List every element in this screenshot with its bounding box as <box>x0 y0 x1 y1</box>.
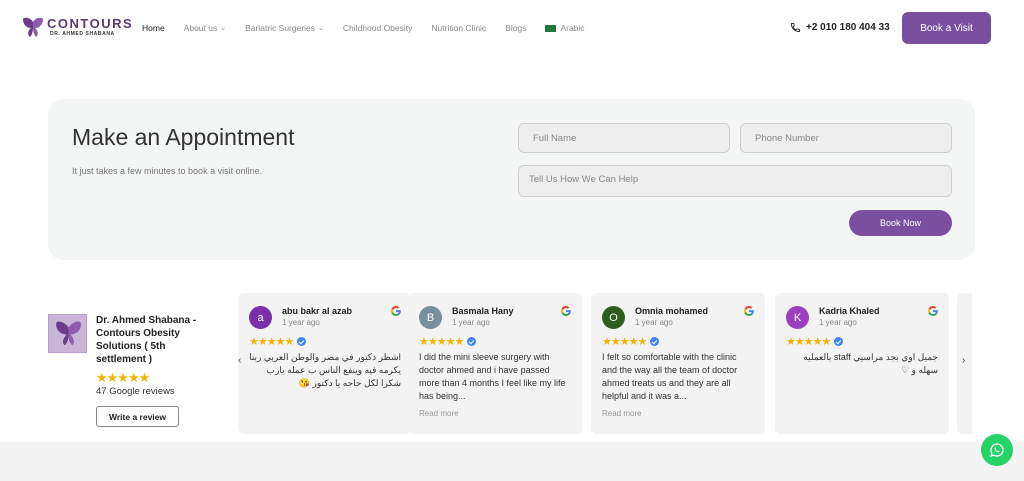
google-icon <box>928 306 938 316</box>
google-icon <box>391 306 401 316</box>
phone-link[interactable]: +2 010 180 404 33 <box>790 22 890 33</box>
reviewer-name: abu bakr al azab <box>282 306 353 316</box>
chevron-down-icon: ⌄ <box>318 25 324 32</box>
appointment-title: Make an Appointment <box>72 124 295 150</box>
rating-stars: ★★★★★ <box>96 370 150 385</box>
logo[interactable]: CONTOURS DR. AHMED SHABANA <box>22 16 133 38</box>
reviewer-name: Basmala Hany <box>452 306 514 316</box>
phone-icon <box>790 22 801 33</box>
avatar: a <box>249 306 272 329</box>
review-time: 1 year ago <box>819 318 857 327</box>
book-a-visit-button[interactable]: Book a Visit <box>902 12 991 44</box>
appointment-section: Make an Appointment It just takes a few … <box>48 99 975 260</box>
review-text: جميل اوي بجد مراسيي staff بالعمليه سهله … <box>803 352 938 375</box>
verified-badge-icon <box>467 337 477 346</box>
appointment-subtitle: It just takes a few minutes to book a vi… <box>72 166 263 176</box>
butterfly-logo-icon <box>56 321 81 346</box>
nav-item-nutrition-clinic[interactable]: Nutrition Clinic <box>431 23 486 33</box>
review-text: I did the mini sleeve surgery with docto… <box>419 352 566 401</box>
write-review-button[interactable]: Write a review <box>96 406 179 427</box>
review-stars: ★★★★★ <box>419 336 464 348</box>
footer-strip <box>0 442 1024 481</box>
google-icon <box>561 306 571 316</box>
help-message-textarea[interactable] <box>518 165 952 197</box>
logo-subtitle: DR. AHMED SHABANA <box>50 31 115 37</box>
carousel-prev-arrow-icon[interactable]: ‹ <box>238 355 241 366</box>
phone-number: +2 010 180 404 33 <box>806 22 890 33</box>
review-stars: ★★★★★ <box>786 336 831 348</box>
reviewer-name: Kadria Khaled <box>819 306 880 316</box>
review-time: 1 year ago <box>452 318 490 327</box>
review-text: اشطر دكتور في مصر والوطن العربي ربنا يكر… <box>249 352 401 388</box>
top-navbar: CONTOURS DR. AHMED SHABANA Home About us… <box>0 0 1024 56</box>
butterfly-logo-icon <box>23 17 43 37</box>
reviewer-name: Omnia mohamed <box>635 306 709 316</box>
review-card[interactable]: K Kadria Khaled 1 year ago ★★★★★ جميل او… <box>775 293 949 434</box>
avatar: B <box>419 306 442 329</box>
avatar: O <box>602 306 625 329</box>
nav-item-childhood-obesity[interactable]: Childhood Obesity <box>343 23 412 33</box>
review-card[interactable]: O Omnia mohamed 1 year ago ★★★★★ I felt … <box>591 293 765 434</box>
review-card[interactable]: a abu bakr al azab 1 year ago ★★★★★ اشطر… <box>238 293 412 434</box>
review-time: 1 year ago <box>635 318 673 327</box>
nav-item-bariatric-surgeries[interactable]: Bariatric Surgeries ⌄ <box>245 23 324 33</box>
review-stars: ★★★★★ <box>602 336 647 348</box>
full-name-input[interactable] <box>518 123 730 153</box>
whatsapp-button[interactable] <box>981 434 1013 466</box>
avatar: K <box>786 306 809 329</box>
review-time: 1 year ago <box>282 318 320 327</box>
nav-item-arabic[interactable]: Arabic <box>545 23 585 33</box>
nav-item-home[interactable]: Home <box>142 23 165 33</box>
logo-title: CONTOURS <box>47 16 134 31</box>
review-card[interactable]: B Basmala Hany 1 year ago ★★★★★ I did th… <box>408 293 582 434</box>
chevron-down-icon: ⌄ <box>220 25 227 32</box>
book-now-button[interactable]: Book Now <box>849 210 952 236</box>
business-name: Dr. Ahmed Shabana - Contours Obesity Sol… <box>96 315 197 365</box>
google-icon <box>744 306 754 316</box>
verified-badge-icon <box>650 337 660 346</box>
nav-item-blogs[interactable]: Blogs <box>505 23 526 33</box>
saudi-flag-icon <box>545 24 557 32</box>
read-more-link[interactable]: Read more <box>419 409 459 418</box>
review-count: 47 Google reviews <box>96 386 175 397</box>
whatsapp-icon <box>990 443 1004 457</box>
main-menu: Home About us ⌄ Bariatric Surgeries ⌄ Chil… <box>142 23 604 33</box>
review-stars: ★★★★★ <box>249 336 294 348</box>
reviews-carousel: a abu bakr al azab 1 year ago ★★★★★ اشطر… <box>238 293 972 434</box>
verified-badge-icon <box>834 337 844 346</box>
review-text: I felt so comfortable with the clinic an… <box>602 352 738 401</box>
nav-item-about[interactable]: About us ⌄ <box>184 23 226 33</box>
business-logo <box>48 314 87 353</box>
read-more-link[interactable]: Read more <box>602 409 642 418</box>
carousel-next-arrow-icon[interactable]: › <box>962 355 965 366</box>
phone-number-input[interactable] <box>740 123 952 153</box>
verified-badge-icon <box>297 337 307 346</box>
